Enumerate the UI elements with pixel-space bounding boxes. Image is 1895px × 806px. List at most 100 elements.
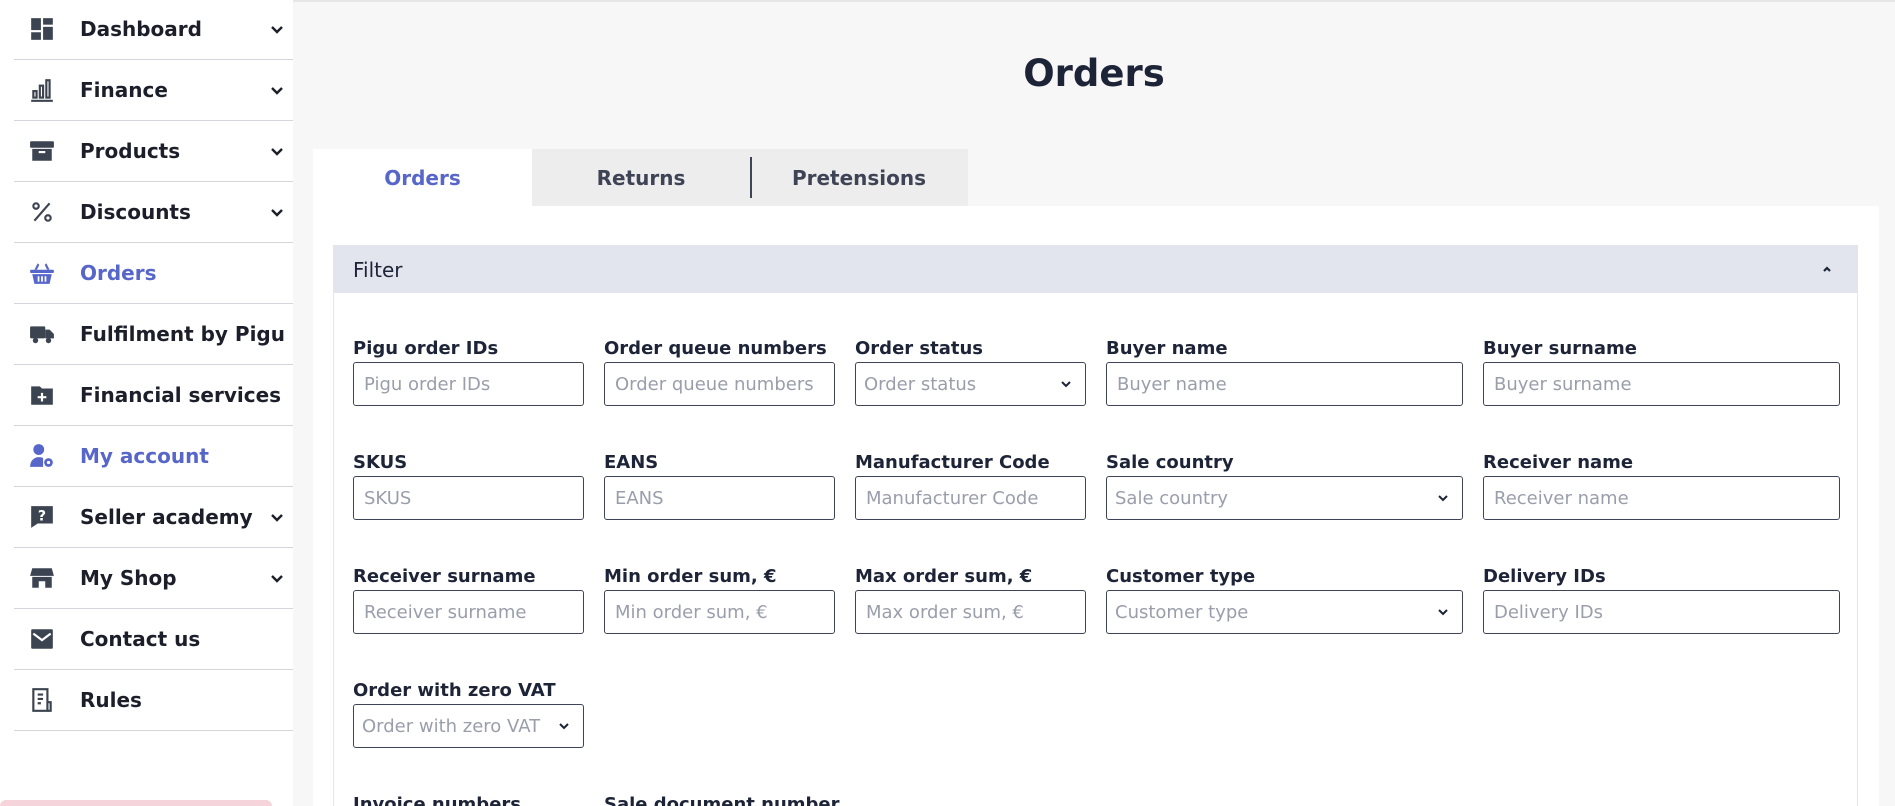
chevron-down-icon [271,25,283,34]
document-list-icon [28,686,56,714]
sale-document-number-field: Sale document number [604,794,840,806]
manufacturer-code-input[interactable] [855,476,1086,520]
buyer-surname-input[interactable] [1483,362,1840,406]
eans-input[interactable] [604,476,835,520]
customer-type-select[interactable]: Customer type [1106,590,1463,634]
tab-pretensions-label: Pretensions [791,165,927,190]
orders-card: Filter Pigu order IDs Order queue number… [313,206,1879,806]
chevron-down-icon [271,87,283,95]
sidebar-item-contact-us[interactable]: Contact us [14,609,293,670]
sidebar-item-fulfilment[interactable]: Fulfilment by Pigu [14,304,293,365]
orders-tabs: Orders Returns Pretensions [313,149,968,206]
chevron-down-icon [271,209,283,217]
top-bar-shadow [293,0,1895,2]
chevron-down-icon [271,514,283,522]
eans-field: EANS [604,452,835,520]
sidebar-item-my-account[interactable]: My account [14,426,293,487]
sidebar-item-my-shop[interactable]: My Shop [14,548,293,609]
customer-type-field: Customer type Customer type [1106,566,1463,634]
sidebar-item-label: Orders [80,261,157,285]
tab-pretensions[interactable]: Pretensions [750,149,968,206]
order-queue-numbers-input[interactable] [604,362,835,406]
folder-plus-icon [28,381,56,409]
chevron-down-icon [1438,609,1448,616]
max-order-sum-field: Max order sum, € [855,566,1086,634]
pigu-order-ids-input[interactable] [353,362,584,406]
sidebar-bottom-banner [0,800,272,806]
chevron-down-icon [559,723,569,730]
sidebar-item-label: Finance [80,78,168,102]
delivery-ids-field: Delivery IDs [1483,566,1840,634]
filter-panel: Filter Pigu order IDs Order queue number… [333,245,1858,806]
chevron-down-icon [1061,381,1071,388]
sidebar-item-products[interactable]: Products [14,121,293,182]
buyer-name-label: Buyer name [1106,338,1228,359]
sale-country-select[interactable]: Sale country [1106,476,1463,520]
min-order-sum-input[interactable] [604,590,835,634]
dashboard-icon [28,15,56,43]
min-order-sum-label: Min order sum, € [604,566,777,587]
order-status-select[interactable]: Order status [855,362,1086,406]
envelope-icon [28,625,56,653]
sidebar-item-finance[interactable]: Finance [14,60,293,121]
delivery-ids-label: Delivery IDs [1483,566,1606,587]
sale-country-field: Sale country Sale country [1106,452,1463,520]
sidebar-item-label: Products [80,139,181,163]
sidebar-item-rules[interactable]: Rules [14,670,293,731]
sidebar-item-dashboard[interactable]: Dashboard [14,0,293,60]
order-zero-vat-label: Order with zero VAT [353,680,556,701]
sidebar-item-label: My account [80,444,209,468]
svg-text:?: ? [38,508,46,524]
buyer-surname-field: Buyer surname [1483,338,1840,406]
chevron-up-icon[interactable] [1821,263,1833,275]
truck-icon [28,320,56,348]
sidebar-item-financial-services[interactable]: Financial services [14,365,293,426]
sidebar-item-label: Financial services [80,383,282,407]
order-status-label: Order status [855,338,984,359]
order-zero-vat-field: Order with zero VAT Order with zero VAT [353,680,584,748]
buyer-surname-label: Buyer surname [1483,338,1637,359]
buyer-name-input[interactable] [1106,362,1463,406]
sidebar: Dashboard Finance Products Discounts Ord… [0,0,293,806]
pigu-order-ids-field: Pigu order IDs [353,338,584,406]
tab-divider [750,157,752,198]
max-order-sum-input[interactable] [855,590,1086,634]
sidebar-item-orders[interactable]: Orders [14,243,293,304]
sale-country-label: Sale country [1106,452,1234,473]
receiver-name-input[interactable] [1483,476,1840,520]
sidebar-item-seller-academy[interactable]: ? Seller academy [14,487,293,548]
shop-icon [28,564,56,592]
sidebar-item-label: Discounts [80,200,191,224]
customer-type-label: Customer type [1106,566,1256,587]
order-status-field: Order status Order status [855,338,1086,406]
order-zero-vat-select[interactable]: Order with zero VAT [353,704,584,748]
receiver-surname-field: Receiver surname [353,566,584,634]
tab-returns[interactable]: Returns [532,149,750,206]
buyer-name-field: Buyer name [1106,338,1463,406]
archive-box-icon [28,137,56,165]
tab-orders[interactable]: Orders [313,149,532,206]
chevron-down-icon [271,148,283,156]
receiver-surname-input[interactable] [353,590,584,634]
max-order-sum-label: Max order sum, € [855,566,1033,587]
page-title: Orders [1023,52,1165,95]
filter-title: Filter [353,257,403,282]
sidebar-item-label: Contact us [80,627,201,651]
invoice-numbers-label: Invoice numbers [353,794,521,806]
delivery-ids-input[interactable] [1483,590,1840,634]
sale-country-value: Sale country [1115,487,1229,509]
sidebar-item-discounts[interactable]: Discounts [14,182,293,243]
user-gear-icon [28,442,56,470]
skus-input[interactable] [353,476,584,520]
percent-icon [28,198,56,226]
sidebar-item-label: Seller academy [80,505,253,529]
chevron-down-icon [1438,495,1448,502]
filter-header[interactable]: Filter [334,246,1857,293]
invoice-numbers-field: Invoice numbers [353,794,584,806]
order-queue-numbers-field: Order queue numbers [604,338,835,406]
order-zero-vat-value: Order with zero VAT [362,715,541,737]
eans-label: EANS [604,452,659,473]
manufacturer-code-field: Manufacturer Code [855,452,1086,520]
question-chat-icon: ? [28,503,56,531]
receiver-name-label: Receiver name [1483,452,1634,473]
